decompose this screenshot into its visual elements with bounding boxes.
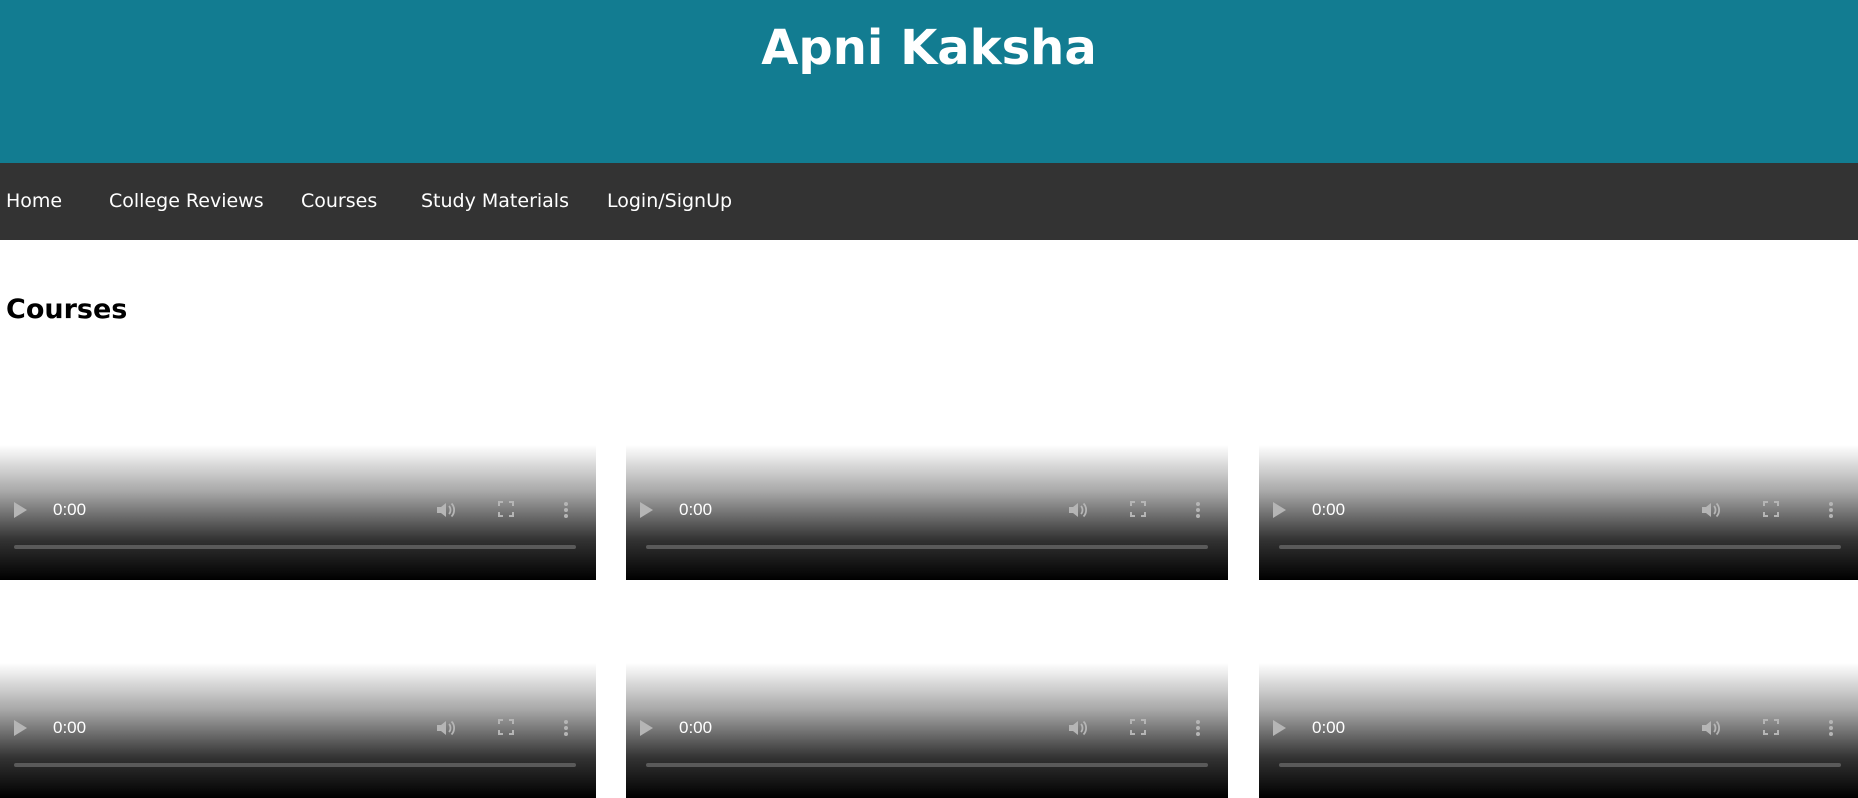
play-icon[interactable] xyxy=(640,502,653,518)
volume-icon[interactable] xyxy=(1067,718,1089,738)
video-time: 0:00 xyxy=(53,500,87,519)
more-options-icon[interactable] xyxy=(1827,718,1835,738)
course-video-player[interactable]: 0:00 xyxy=(1259,663,1858,798)
volume-icon[interactable] xyxy=(1067,500,1089,520)
more-options-icon[interactable] xyxy=(1194,718,1202,738)
site-header: Apni Kaksha xyxy=(0,0,1858,163)
main-nav: Home College Reviews Courses Study Mater… xyxy=(0,163,1858,240)
more-options-icon[interactable] xyxy=(1194,500,1202,520)
fullscreen-icon[interactable] xyxy=(498,501,514,517)
play-icon[interactable] xyxy=(1273,720,1286,736)
course-video-player[interactable]: 0:00 xyxy=(0,445,596,580)
video-time: 0:00 xyxy=(1312,500,1346,519)
play-icon[interactable] xyxy=(1273,502,1286,518)
site-title: Apni Kaksha xyxy=(761,20,1097,76)
play-icon[interactable] xyxy=(640,720,653,736)
course-video-player[interactable]: 0:00 xyxy=(0,663,596,798)
video-progress-bar[interactable] xyxy=(1279,545,1841,549)
video-progress-bar[interactable] xyxy=(14,763,576,767)
video-time: 0:00 xyxy=(1312,718,1346,737)
nav-item-courses[interactable]: Courses xyxy=(301,163,377,240)
nav-item-home[interactable]: Home xyxy=(6,163,62,240)
fullscreen-icon[interactable] xyxy=(1130,719,1146,735)
more-options-icon[interactable] xyxy=(562,500,570,520)
fullscreen-icon[interactable] xyxy=(1763,719,1779,735)
video-progress-bar[interactable] xyxy=(646,763,1208,767)
video-progress-bar[interactable] xyxy=(646,545,1208,549)
fullscreen-icon[interactable] xyxy=(1763,501,1779,517)
fullscreen-icon[interactable] xyxy=(1130,501,1146,517)
nav-item-study-materials[interactable]: Study Materials xyxy=(421,163,569,240)
volume-icon[interactable] xyxy=(435,718,457,738)
course-video-player[interactable]: 0:00 xyxy=(626,445,1228,580)
video-progress-bar[interactable] xyxy=(1279,763,1841,767)
more-options-icon[interactable] xyxy=(562,718,570,738)
video-time: 0:00 xyxy=(53,718,87,737)
course-video-player[interactable]: 0:00 xyxy=(626,663,1228,798)
volume-icon[interactable] xyxy=(1700,718,1722,738)
section-title: Courses xyxy=(6,294,128,325)
video-progress-bar[interactable] xyxy=(14,545,576,549)
play-icon[interactable] xyxy=(14,502,27,518)
nav-item-college-reviews[interactable]: College Reviews xyxy=(109,163,264,240)
video-time: 0:00 xyxy=(679,500,713,519)
video-time: 0:00 xyxy=(679,718,713,737)
volume-icon[interactable] xyxy=(1700,500,1722,520)
play-icon[interactable] xyxy=(14,720,27,736)
more-options-icon[interactable] xyxy=(1827,500,1835,520)
course-video-player[interactable]: 0:00 xyxy=(1259,445,1858,580)
nav-item-login-signup[interactable]: Login/SignUp xyxy=(607,163,732,240)
fullscreen-icon[interactable] xyxy=(498,719,514,735)
volume-icon[interactable] xyxy=(435,500,457,520)
